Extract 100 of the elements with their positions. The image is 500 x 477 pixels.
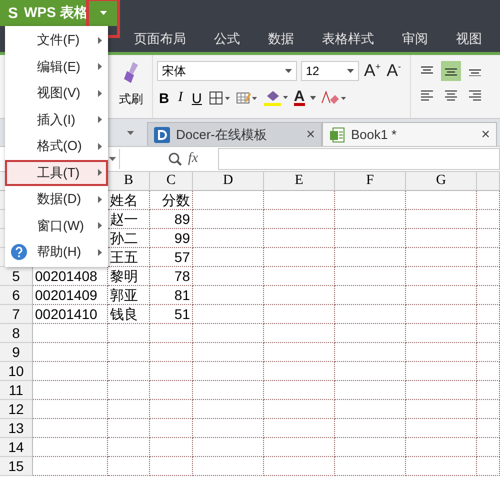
table-cell — [335, 362, 406, 381]
dropdown-button[interactable] — [88, 0, 118, 36]
align-icon — [420, 66, 434, 76]
table-cell — [477, 210, 500, 229]
table-cell — [335, 400, 406, 419]
table-cell — [335, 267, 406, 286]
row-header[interactable]: 15 — [0, 457, 33, 476]
column-header[interactable]: F — [335, 172, 406, 191]
table-cell — [193, 210, 264, 229]
font-name-field[interactable]: 宋体 — [157, 61, 297, 81]
ribbon-tab[interactable]: 公式 — [200, 30, 254, 48]
row-header[interactable]: 14 — [0, 438, 33, 457]
underline-button[interactable]: U — [190, 90, 204, 106]
column-header[interactable]: G — [406, 172, 477, 191]
fill-color-icon[interactable] — [262, 89, 289, 107]
ribbon-tab[interactable]: 页面布局 — [124, 30, 200, 48]
column-header[interactable]: E — [264, 172, 335, 191]
column-header[interactable]: D — [193, 172, 264, 191]
align-button[interactable] — [441, 61, 461, 81]
ribbon-tab[interactable]: 视图 — [442, 30, 496, 48]
menu-item[interactable]: 文件(F) — [5, 27, 108, 54]
table-cell — [264, 248, 335, 267]
ribbon-tab[interactable]: 表格样式 — [308, 30, 388, 48]
table-cell: 00201409 — [33, 286, 108, 305]
table-cell — [193, 286, 264, 305]
document-tab[interactable]: Book1 * × — [322, 122, 497, 146]
table-cell — [477, 343, 500, 362]
grow-font-button[interactable]: A$^{+}$ — [363, 61, 382, 81]
formula-field[interactable] — [218, 148, 500, 170]
table-cell — [335, 305, 406, 324]
docer-icon — [154, 126, 170, 142]
table-cell — [193, 381, 264, 400]
menu-item[interactable]: 格式(O) — [5, 133, 108, 160]
border-icon[interactable] — [208, 91, 231, 105]
submenu-arrow-icon — [98, 196, 102, 203]
row-header[interactable]: 9 — [0, 343, 33, 362]
bold-button[interactable]: B — [157, 90, 172, 106]
align-icon[interactable] — [420, 89, 434, 101]
table-style-icon[interactable] — [236, 91, 258, 105]
tab-label: Docer-在线模板 — [176, 126, 268, 144]
row-header[interactable]: 7 — [0, 305, 33, 324]
table-cell: 分数 — [150, 191, 193, 210]
table-cell — [264, 438, 335, 457]
table-cell — [150, 400, 193, 419]
submenu-arrow-icon — [98, 63, 102, 70]
table-cell — [193, 229, 264, 248]
submenu-arrow-icon — [98, 248, 102, 256]
menu-item[interactable]: 视图(V) — [5, 80, 108, 106]
table-cell: 51 — [150, 305, 193, 324]
table-cell — [264, 419, 335, 438]
table-cell — [150, 362, 193, 381]
row-header[interactable]: 10 — [0, 362, 33, 381]
caret-icon — [284, 69, 292, 73]
row-header[interactable]: 12 — [0, 400, 33, 419]
menu-item[interactable]: 数据(D) — [5, 186, 108, 212]
menu-item[interactable]: 帮助(H) — [5, 239, 108, 266]
font-size-field[interactable]: 12 — [300, 61, 360, 81]
align-icon[interactable] — [468, 89, 482, 101]
table-cell — [150, 419, 193, 438]
italic-button[interactable]: I — [176, 90, 185, 106]
table-cell — [406, 191, 477, 210]
menu-item[interactable]: 插入(I) — [5, 106, 108, 133]
table-cell — [477, 419, 500, 438]
row-header[interactable]: 5 — [0, 267, 33, 286]
document-tab[interactable]: Docer-在线模板 × — [147, 122, 322, 146]
table-cell — [108, 400, 150, 419]
ribbon-tab[interactable]: 数据 — [254, 30, 308, 48]
clear-format-icon[interactable] — [320, 90, 347, 106]
align-icon[interactable] — [444, 89, 458, 101]
shrink-font-button[interactable]: A$^{-}$ — [386, 61, 402, 81]
caret-icon[interactable] — [126, 131, 134, 135]
menu-item[interactable]: 窗口(W) — [5, 212, 108, 239]
font-color-button[interactable]: A — [294, 90, 305, 106]
table-cell — [477, 229, 500, 248]
close-button[interactable]: × — [481, 126, 490, 143]
row-header[interactable]: 13 — [0, 419, 33, 438]
search-icon[interactable] — [168, 152, 182, 166]
row-header[interactable]: 8 — [0, 324, 33, 343]
column-header[interactable]: B — [108, 172, 150, 191]
format-painter-label[interactable]: 式刷 — [119, 91, 143, 108]
function-label[interactable]: fx — [188, 151, 198, 167]
table-cell — [477, 286, 500, 305]
table-cell — [193, 438, 264, 457]
table-cell — [477, 267, 500, 286]
table-cell — [108, 381, 150, 400]
tab-label: Book1 * — [351, 127, 398, 142]
table-cell — [477, 324, 500, 343]
table-cell — [406, 305, 477, 324]
menu-item[interactable]: 工具(T) — [5, 160, 108, 186]
table-cell — [150, 381, 193, 400]
ribbon-tab[interactable]: 审阅 — [388, 30, 442, 48]
row-header[interactable]: 6 — [0, 286, 33, 305]
align-icon — [444, 66, 458, 76]
close-button[interactable]: × — [306, 126, 315, 143]
table-cell — [193, 305, 264, 324]
app-name: WPS 表格 — [24, 4, 88, 22]
column-header[interactable]: C — [150, 172, 193, 191]
menu-item[interactable]: 编辑(E) — [5, 54, 108, 80]
row-header[interactable]: 11 — [0, 381, 33, 400]
table-cell — [193, 343, 264, 362]
